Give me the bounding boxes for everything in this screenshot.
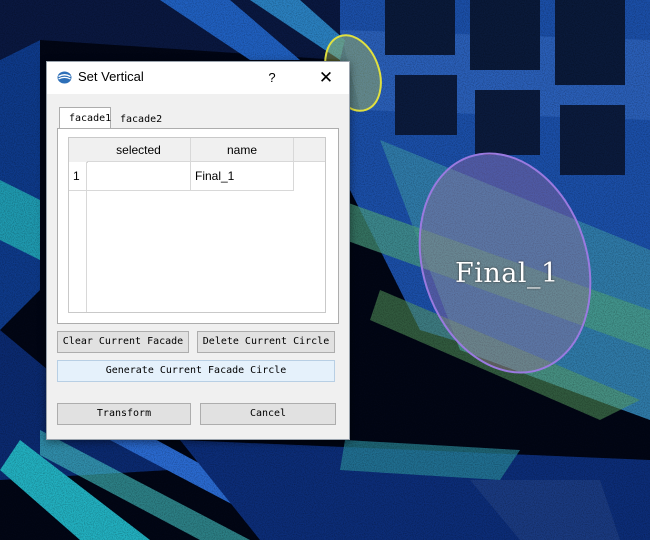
tab-panel: selected name 1 Final_1 xyxy=(57,128,339,324)
column-header-selected[interactable]: selected xyxy=(87,138,191,162)
dialog-title: Set Vertical xyxy=(78,69,144,84)
app-logo-icon xyxy=(57,71,72,84)
close-button[interactable]: ✕ xyxy=(311,64,341,92)
help-button[interactable]: ? xyxy=(257,64,287,92)
column-header-name[interactable]: name xyxy=(191,138,294,162)
transform-button[interactable]: Transform xyxy=(57,403,191,425)
dialog-titlebar[interactable]: Set Vertical ? ✕ xyxy=(47,62,349,94)
circle-label: Final_1 xyxy=(455,258,559,289)
row-header[interactable]: 1 xyxy=(69,162,87,191)
table-corner[interactable] xyxy=(69,138,88,163)
row-header-area xyxy=(69,191,87,312)
tab-facade2[interactable]: facade2 xyxy=(116,109,180,130)
circle-table[interactable]: selected name 1 Final_1 xyxy=(68,137,326,313)
cell-name[interactable]: Final_1 xyxy=(191,162,294,191)
tab-facade1[interactable]: facade1 xyxy=(59,107,111,129)
delete-current-circle-button[interactable]: Delete Current Circle xyxy=(197,331,335,353)
cancel-button[interactable]: Cancel xyxy=(200,403,336,425)
clear-current-facade-button[interactable]: Clear Current Facade xyxy=(57,331,189,353)
cell-selected[interactable] xyxy=(87,162,191,191)
column-header-blank xyxy=(294,138,325,162)
generate-current-facade-circle-button[interactable]: Generate Current Facade Circle xyxy=(57,360,335,382)
set-vertical-dialog: Set Vertical ? ✕ facade1 facade2 selecte… xyxy=(46,61,350,440)
